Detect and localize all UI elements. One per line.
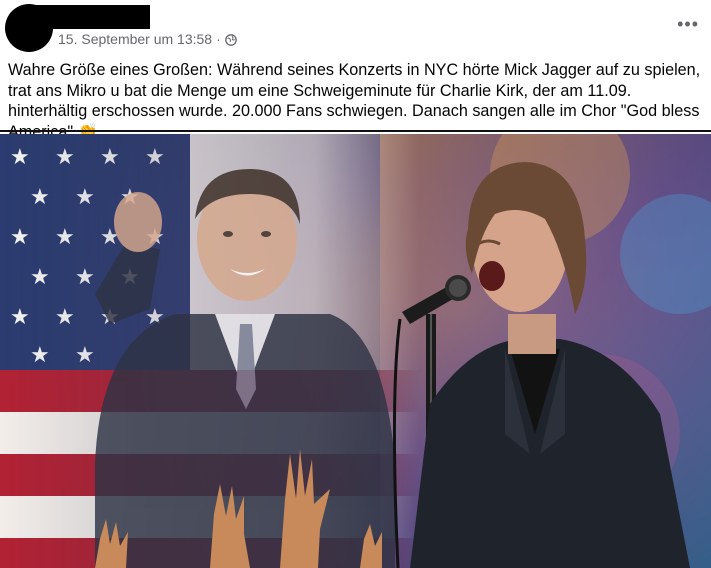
post-meta: 15. September um 13:58 · [58,31,237,47]
svg-text:★: ★ [30,342,50,367]
redacted-author-name [34,5,150,29]
svg-text:★: ★ [75,184,95,209]
svg-text:★: ★ [10,144,30,169]
globe-icon [224,33,237,46]
svg-text:★: ★ [55,304,75,329]
post-timestamp[interactable]: 15. September um 13:58 [58,31,212,47]
svg-text:★: ★ [10,224,30,249]
meta-separator: · [216,31,221,47]
svg-text:★: ★ [10,304,30,329]
svg-text:★: ★ [30,184,50,209]
svg-text:★: ★ [30,264,50,289]
divider [0,130,711,132]
svg-text:★: ★ [55,144,75,169]
svg-text:★: ★ [75,342,95,367]
svg-text:★: ★ [55,224,75,249]
more-options-icon[interactable]: ••• [677,14,699,35]
svg-text:★: ★ [145,144,165,169]
svg-text:★: ★ [75,264,95,289]
post-image[interactable]: ★★★★ ★★★ ★★★★ ★★★ ★★★★ ★★ [0,134,711,568]
svg-text:★: ★ [100,144,120,169]
